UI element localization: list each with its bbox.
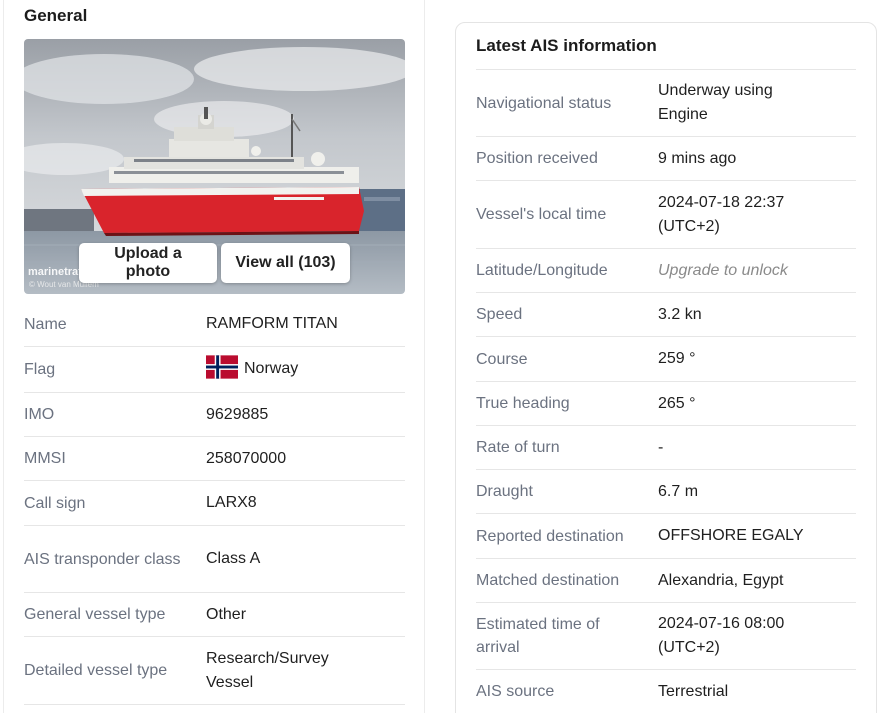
- ais-title: Latest AIS information: [476, 36, 657, 55]
- ais-details: Navigational status Underway using Engin…: [476, 70, 856, 713]
- general-key: Name: [24, 315, 67, 333]
- general-key: General vessel type: [24, 606, 166, 623]
- ais-row: Vessel's local time 2024-07-18 22:37 (UT…: [476, 181, 856, 249]
- general-row-mmsi: MMSI 258070000: [24, 437, 405, 481]
- general-value: RAMFORM TITAN: [206, 315, 338, 332]
- general-value: 258070000: [206, 449, 287, 467]
- ais-row: Speed 3.2 kn: [476, 293, 856, 337]
- ais-value: Underway using Engine: [658, 82, 773, 123]
- general-key: Detailed vessel type: [24, 662, 168, 679]
- general-row-name: Name RAMFORM TITAN: [24, 302, 405, 347]
- ais-row: Course 259 °: [476, 337, 856, 382]
- ais-key: Draught: [476, 483, 533, 500]
- general-row-vessel-type: General vessel type Other: [24, 593, 405, 637]
- ais-card: Latest AIS information Navigational stat…: [455, 22, 877, 713]
- ais-value: 259 °: [658, 350, 696, 367]
- general-title: General: [24, 6, 88, 25]
- upgrade-to-unlock-link[interactable]: Upgrade to unlock: [658, 259, 856, 283]
- general-row-imo: IMO 9629885: [24, 393, 405, 437]
- ais-key: Vessel's local time: [476, 206, 607, 223]
- ais-key: Latitude/Longitude: [476, 262, 608, 279]
- flag-country: Norway: [244, 360, 299, 378]
- ais-key: Navigational status: [476, 94, 612, 112]
- norway-flag-icon: [206, 355, 238, 380]
- ais-key: Speed: [476, 306, 523, 323]
- ais-value: 3.2 kn: [658, 305, 702, 323]
- ais-row: Navigational status Underway using Engin…: [476, 70, 856, 137]
- ais-value: OFFSHORE EGALY: [658, 527, 804, 544]
- general-value: Class A: [206, 550, 261, 567]
- ais-row: Reported destination OFFSHORE EGALY: [476, 514, 856, 559]
- general-key: Flag: [24, 361, 56, 378]
- ais-value: 2024-07-18 22:37 (UTC+2): [658, 193, 785, 235]
- ais-key: Position received: [476, 150, 598, 167]
- ais-value: Terrestrial: [658, 682, 729, 700]
- ais-row: Position received 9 mins ago: [476, 137, 856, 181]
- ais-key: Estimated time of arrival: [476, 616, 600, 656]
- ais-row: True heading 265 °: [476, 382, 856, 426]
- general-value: Research/Survey Vessel: [206, 649, 329, 691]
- general-key: MMSI: [24, 450, 66, 467]
- ais-row: Matched destination Alexandria, Egypt: [476, 559, 856, 603]
- general-row-ais-class: AIS transponder class Class A: [24, 526, 405, 593]
- general-value-flag: Norway: [206, 355, 405, 381]
- ais-value: 2024-07-16 08:00 (UTC+2): [658, 615, 785, 656]
- general-row-detailed-type: Detailed vessel type Research/Survey Ves…: [24, 637, 405, 705]
- vessel-photo[interactable]: marinetraffic © Wout van Mullem Upload a…: [24, 39, 405, 294]
- general-key: IMO: [24, 406, 55, 423]
- ais-row: Estimated time of arrival 2024-07-16 08:…: [476, 603, 856, 670]
- ais-row: Draught 6.7 m: [476, 470, 856, 514]
- view-all-photos-button[interactable]: View all (103): [221, 243, 350, 283]
- ais-key: Reported destination: [476, 527, 624, 545]
- ais-row: Latitude/Longitude Upgrade to unlock: [476, 249, 856, 293]
- ais-key: Rate of turn: [476, 439, 560, 456]
- general-key: Call sign: [24, 494, 86, 512]
- ais-value: 6.7 m: [658, 482, 699, 500]
- ais-value: 9 mins ago: [658, 149, 737, 167]
- general-value: Other: [206, 605, 247, 623]
- ais-key: Course: [476, 350, 528, 368]
- ais-key: AIS source: [476, 683, 555, 700]
- ais-key: Matched destination: [476, 572, 620, 589]
- general-row-flag: Flag Norway: [24, 347, 405, 393]
- general-panel: General marinetraffic © Wout van Mullem …: [3, 0, 425, 713]
- ais-value: -: [658, 438, 664, 456]
- ais-row: AIS source Terrestrial: [476, 670, 856, 713]
- general-key: AIS transponder class: [24, 550, 181, 568]
- ais-value: Alexandria, Egypt: [658, 571, 784, 589]
- general-value: LARX8: [206, 494, 257, 511]
- general-row-callsign: Call sign LARX8: [24, 481, 405, 526]
- ais-key: True heading: [476, 395, 570, 412]
- general-details: Name RAMFORM TITAN Flag Norway IMO 96298…: [24, 302, 405, 705]
- ais-value: 265 °: [658, 394, 696, 412]
- general-value: 9629885: [206, 405, 269, 423]
- upload-photo-button[interactable]: Upload a photo: [79, 243, 217, 283]
- ais-row: Rate of turn -: [476, 426, 856, 470]
